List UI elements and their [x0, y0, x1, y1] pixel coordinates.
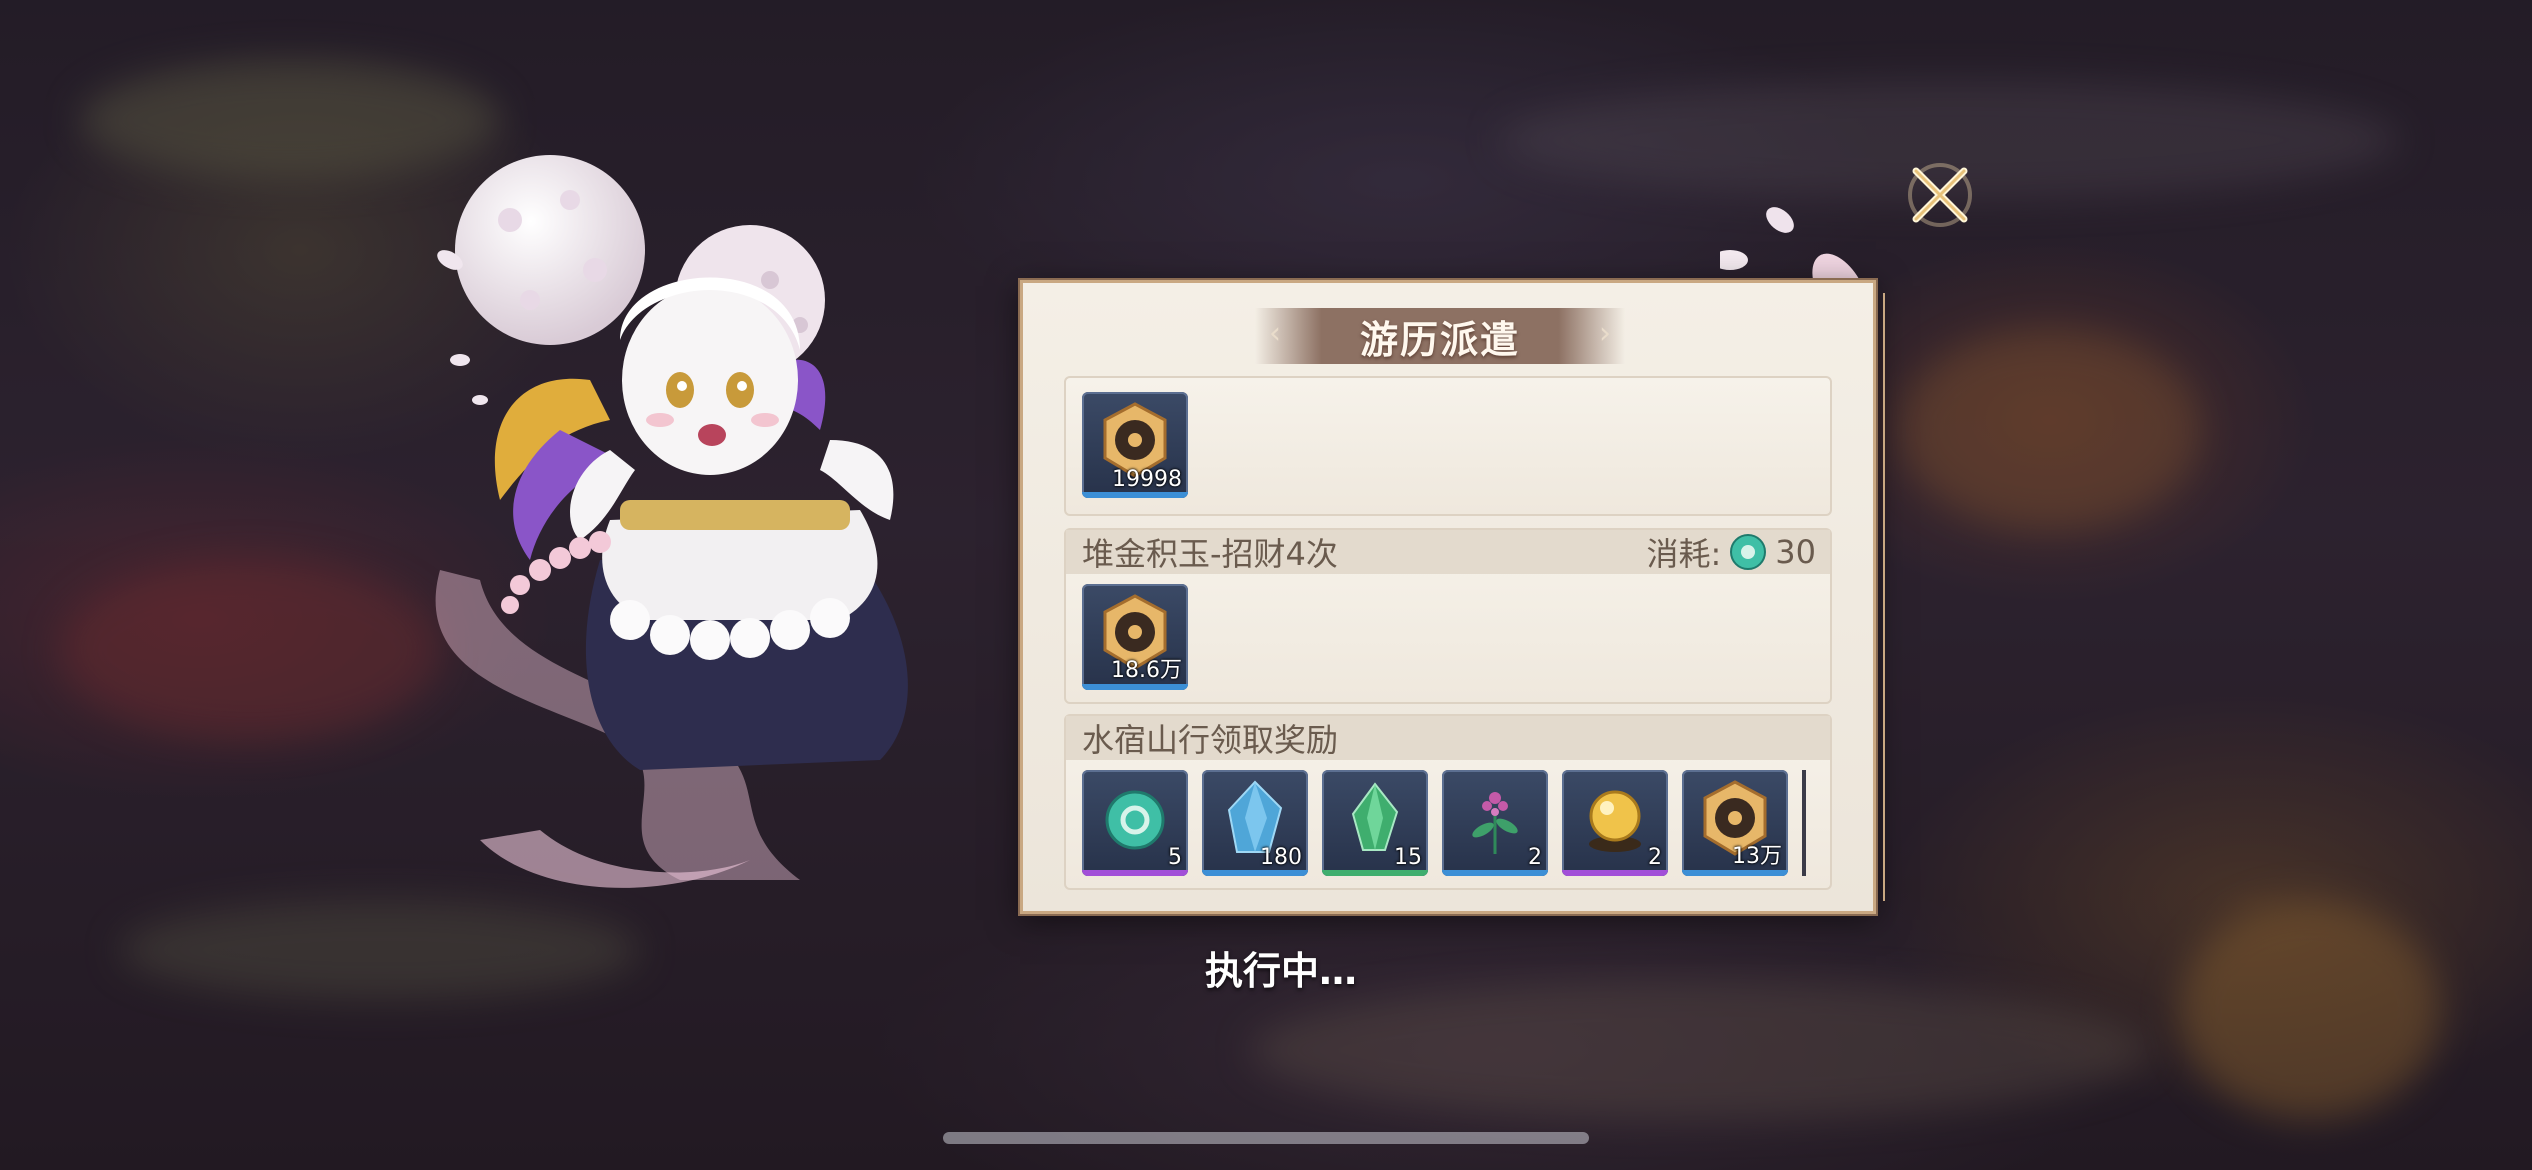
status-text: 执行中… [1205, 949, 1358, 993]
rarity-bar [1322, 870, 1428, 876]
banner-ornament-left: ‹ [1269, 316, 1281, 351]
cost-indicator: 消耗: 30 [1646, 529, 1816, 575]
reward-section-2: 水宿山行领取奖励 5 180 15 2 2 13万 [1064, 714, 1832, 890]
character-illustration [435, 155, 908, 888]
reward-section-0: 19998 [1064, 376, 1832, 516]
reward-item[interactable]: 180 [1202, 770, 1308, 876]
section-title: 水宿山行领取奖励 [1082, 721, 1339, 759]
panel-title: 游历派遣 [1359, 317, 1520, 362]
reward-item[interactable]: 15 [1322, 770, 1428, 876]
rarity-bar [1682, 870, 1788, 876]
item-quantity: 15 [1394, 845, 1422, 870]
panel-title-banner: ‹ 游历派遣 › [1255, 308, 1625, 364]
home-indicator[interactable] [943, 1132, 1589, 1144]
rarity-bar [1562, 870, 1668, 876]
golden-orb-icon [1589, 790, 1641, 852]
rarity-bar [1202, 870, 1308, 876]
cost-value: 30 [1775, 533, 1816, 571]
close-icon [1908, 163, 1972, 227]
item-quantity: 19998 [1112, 467, 1182, 492]
reward-section-1: 堆金积玉-招财4次 消耗: 30 18.6万 [1064, 528, 1832, 704]
item-quantity: 13万 [1732, 844, 1782, 869]
reward-item[interactable]: 5 [1082, 770, 1188, 876]
close-button[interactable] [1900, 155, 1980, 235]
rarity-bar [1082, 870, 1188, 876]
reward-item[interactable]: 18.6万 [1082, 584, 1188, 690]
cost-label: 消耗: [1646, 535, 1722, 573]
jade-token-icon [1730, 534, 1767, 570]
jade-token-icon [1105, 790, 1165, 850]
reward-item[interactable]: 2 [1562, 770, 1668, 876]
rarity-bar [1442, 870, 1548, 876]
herb-plant-icon [1472, 792, 1518, 854]
rarity-bar [1082, 684, 1188, 690]
item-quantity: 18.6万 [1111, 658, 1182, 683]
reward-item[interactable]: 19998 [1082, 392, 1188, 498]
item-quantity: 2 [1528, 845, 1542, 870]
item-quantity: 2 [1648, 845, 1662, 870]
section-title: 堆金积玉-招财4次 [1082, 535, 1338, 573]
reward-item[interactable]: 13万 [1682, 770, 1788, 876]
reward-item[interactable]: 2 [1442, 770, 1548, 876]
scroll-edge [1802, 770, 1806, 876]
item-quantity: 5 [1168, 845, 1182, 870]
rarity-bar [1082, 492, 1188, 498]
banner-ornament-right: › [1599, 316, 1611, 351]
item-quantity: 180 [1260, 845, 1302, 870]
